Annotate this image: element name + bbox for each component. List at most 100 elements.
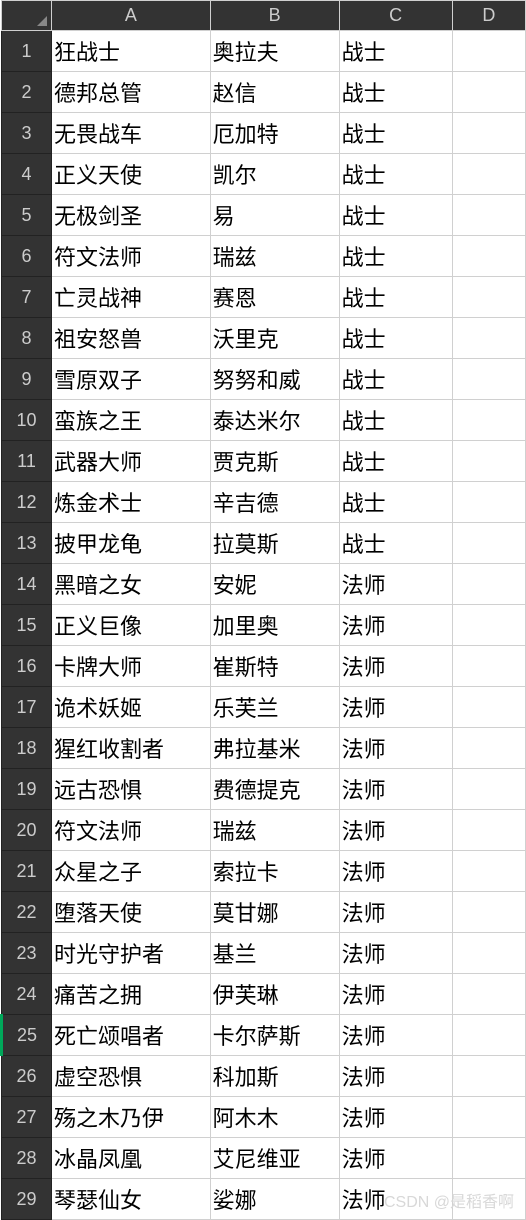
cell[interactable]: 战士 <box>339 523 452 564</box>
cell[interactable]: 冰晶凤凰 <box>52 1138 211 1179</box>
cell[interactable]: 远古恐惧 <box>52 769 211 810</box>
cell[interactable] <box>452 31 525 72</box>
cell[interactable]: 战士 <box>339 195 452 236</box>
row-header[interactable]: 21 <box>2 851 52 892</box>
cell[interactable]: 法师 <box>339 769 452 810</box>
row-header[interactable]: 1 <box>2 31 52 72</box>
cell[interactable]: 沃里克 <box>210 318 339 359</box>
row-header[interactable]: 11 <box>2 441 52 482</box>
cell[interactable]: 猩红收割者 <box>52 728 211 769</box>
cell[interactable]: 阿木木 <box>210 1097 339 1138</box>
cell[interactable]: 战士 <box>339 236 452 277</box>
cell[interactable]: 武器大师 <box>52 441 211 482</box>
cell[interactable]: 战士 <box>339 154 452 195</box>
row-header[interactable]: 7 <box>2 277 52 318</box>
row-header[interactable]: 8 <box>2 318 52 359</box>
cell[interactable] <box>452 195 525 236</box>
cell[interactable] <box>452 72 525 113</box>
cell[interactable]: 战士 <box>339 31 452 72</box>
cell[interactable]: 雪原双子 <box>52 359 211 400</box>
cell[interactable]: 崔斯特 <box>210 646 339 687</box>
cell[interactable] <box>452 1097 525 1138</box>
cell[interactable]: 莫甘娜 <box>210 892 339 933</box>
column-header-b[interactable]: B <box>210 1 339 31</box>
cell[interactable] <box>452 1056 525 1097</box>
row-header[interactable]: 29 <box>2 1179 52 1220</box>
cell[interactable]: 法师 <box>339 564 452 605</box>
cell[interactable]: 娑娜 <box>210 1179 339 1220</box>
row-header[interactable]: 13 <box>2 523 52 564</box>
row-header[interactable]: 6 <box>2 236 52 277</box>
cell[interactable]: 无畏战车 <box>52 113 211 154</box>
cell[interactable] <box>452 359 525 400</box>
row-header[interactable]: 17 <box>2 687 52 728</box>
cell[interactable] <box>452 154 525 195</box>
row-header[interactable]: 20 <box>2 810 52 851</box>
cell[interactable]: 凯尔 <box>210 154 339 195</box>
row-header[interactable]: 15 <box>2 605 52 646</box>
cell[interactable] <box>452 236 525 277</box>
row-header[interactable]: 2 <box>2 72 52 113</box>
cell[interactable]: 战士 <box>339 359 452 400</box>
cell[interactable]: 法师 <box>339 1138 452 1179</box>
cell[interactable]: 厄加特 <box>210 113 339 154</box>
row-header[interactable]: 16 <box>2 646 52 687</box>
cell[interactable]: 痛苦之拥 <box>52 974 211 1015</box>
cell[interactable] <box>452 1179 525 1220</box>
cell[interactable] <box>452 933 525 974</box>
cell[interactable]: 众星之子 <box>52 851 211 892</box>
cell[interactable] <box>452 113 525 154</box>
cell[interactable] <box>452 605 525 646</box>
cell[interactable] <box>452 851 525 892</box>
column-header-d[interactable]: D <box>452 1 525 31</box>
cell[interactable]: 法师 <box>339 974 452 1015</box>
cell[interactable]: 时光守护者 <box>52 933 211 974</box>
row-header[interactable]: 9 <box>2 359 52 400</box>
cell[interactable] <box>452 482 525 523</box>
cell[interactable]: 战士 <box>339 113 452 154</box>
row-header[interactable]: 25 <box>2 1015 52 1056</box>
cell[interactable] <box>452 892 525 933</box>
column-header-c[interactable]: C <box>339 1 452 31</box>
cell[interactable]: 法师 <box>339 851 452 892</box>
cell[interactable]: 法师 <box>339 933 452 974</box>
cell[interactable] <box>452 1138 525 1179</box>
cell[interactable] <box>452 564 525 605</box>
cell[interactable] <box>452 810 525 851</box>
row-header[interactable]: 23 <box>2 933 52 974</box>
cell[interactable]: 弗拉基米 <box>210 728 339 769</box>
cell[interactable]: 努努和威 <box>210 359 339 400</box>
row-header[interactable]: 10 <box>2 400 52 441</box>
cell[interactable]: 安妮 <box>210 564 339 605</box>
cell[interactable]: 基兰 <box>210 933 339 974</box>
cell[interactable]: 加里奥 <box>210 605 339 646</box>
cell[interactable]: 乐芙兰 <box>210 687 339 728</box>
cell[interactable] <box>452 400 525 441</box>
cell[interactable]: 法师 <box>339 1179 452 1220</box>
cell[interactable]: 法师 <box>339 728 452 769</box>
row-header[interactable]: 27 <box>2 1097 52 1138</box>
cell[interactable]: 奥拉夫 <box>210 31 339 72</box>
row-header[interactable]: 3 <box>2 113 52 154</box>
cell[interactable]: 符文法师 <box>52 810 211 851</box>
cell[interactable] <box>452 646 525 687</box>
cell[interactable]: 战士 <box>339 400 452 441</box>
column-header-a[interactable]: A <box>52 1 211 31</box>
cell[interactable]: 泰达米尔 <box>210 400 339 441</box>
cell[interactable]: 琴瑟仙女 <box>52 1179 211 1220</box>
cell[interactable]: 战士 <box>339 277 452 318</box>
cell[interactable]: 法师 <box>339 1015 452 1056</box>
row-header[interactable]: 19 <box>2 769 52 810</box>
cell[interactable]: 法师 <box>339 1097 452 1138</box>
cell[interactable]: 正义天使 <box>52 154 211 195</box>
cell[interactable] <box>452 523 525 564</box>
cell[interactable]: 法师 <box>339 605 452 646</box>
spreadsheet-grid[interactable]: A B C D 1狂战士奥拉夫战士2德邦总管赵信战士3无畏战车厄加特战士4正义天… <box>0 0 526 1220</box>
row-header[interactable]: 14 <box>2 564 52 605</box>
row-header[interactable]: 22 <box>2 892 52 933</box>
cell[interactable]: 无极剑圣 <box>52 195 211 236</box>
cell[interactable]: 死亡颂唱者 <box>52 1015 211 1056</box>
cell[interactable]: 费德提克 <box>210 769 339 810</box>
row-header[interactable]: 12 <box>2 482 52 523</box>
cell[interactable]: 德邦总管 <box>52 72 211 113</box>
